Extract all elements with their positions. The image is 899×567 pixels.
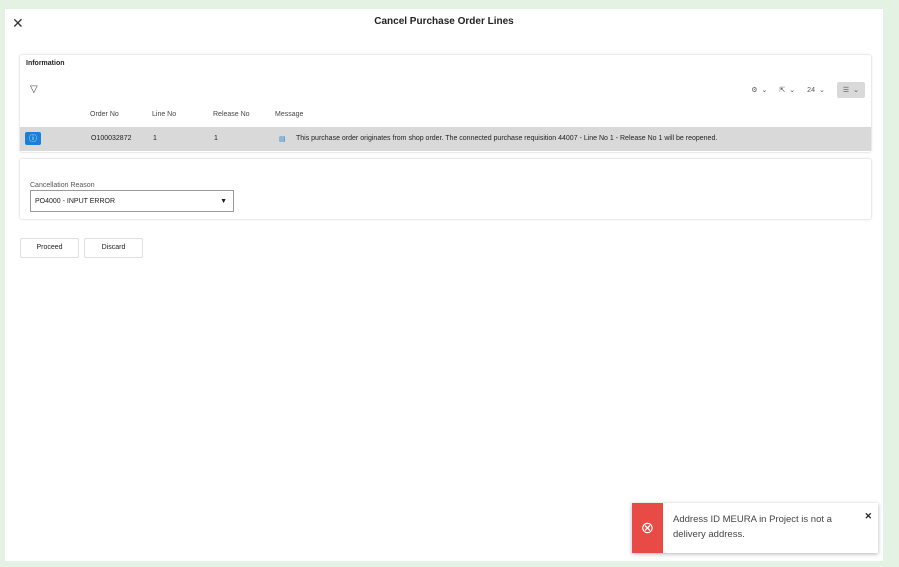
gear-icon: ⚙	[751, 87, 758, 94]
line-no: 1	[153, 135, 157, 142]
close-icon[interactable]: ✕	[864, 511, 872, 522]
column-header[interactable]: Release No	[213, 111, 250, 118]
chevron-down-icon: ⌄	[818, 87, 825, 94]
toolbar: ⚙ ⌄ ⇱ ⌄ 24 ⌄ ☰ ⌄	[751, 82, 865, 98]
section-title: Information	[26, 60, 65, 67]
order-no: O100032872	[91, 135, 132, 142]
dialog: ✕ Cancel Purchase Order Lines Informatio…	[5, 9, 883, 561]
info-icon[interactable]: ⓘ	[25, 132, 41, 145]
export-button[interactable]: ⇱ ⌄	[779, 86, 795, 94]
column-header[interactable]: Line No	[152, 111, 176, 118]
reason-select[interactable]: PO4000 - INPUT ERROR ▼	[30, 190, 234, 212]
view-button[interactable]: ☰ ⌄	[836, 82, 865, 98]
page-size: 24	[807, 86, 815, 94]
error-toast: ⊗ Address ID MEURA in Project is not a d…	[632, 503, 878, 553]
error-icon: ⊗	[632, 503, 664, 553]
list-icon: ☰	[842, 87, 850, 94]
reason-value: PO4000 - INPUT ERROR	[35, 198, 116, 205]
clipboard-icon: ▤	[279, 136, 286, 143]
column-header[interactable]: Message	[275, 111, 303, 118]
dialog-title: Cancel Purchase Order Lines	[374, 16, 514, 27]
message: This purchase order originates from shop…	[296, 135, 718, 142]
chevron-down-icon: ⌄	[761, 87, 768, 94]
export-icon: ⇱	[779, 87, 786, 94]
discard-button[interactable]: Discard	[84, 238, 143, 258]
caret-down-icon: ▼	[220, 198, 227, 205]
information-card: Information ▽ ⚙ ⌄ ⇱ ⌄ 24 ⌄ ☰ ⌄ Order No Line…	[20, 55, 871, 152]
chevron-down-icon: ⌄	[853, 87, 859, 94]
release-no: 1	[214, 135, 218, 142]
page-size-button[interactable]: 24 ⌄	[807, 86, 825, 95]
settings-button[interactable]: ⚙ ⌄	[751, 86, 767, 94]
table-row[interactable]: ⓘ O100032872 1 1 ▤ This purchase order o…	[20, 127, 871, 151]
column-header[interactable]: Order No	[90, 111, 119, 118]
reason-card: Cancellation Reason PO4000 - INPUT ERROR…	[20, 159, 871, 219]
toast-message: Address ID MEURA in Project is not a del…	[673, 514, 832, 540]
chevron-down-icon: ⌄	[789, 87, 796, 94]
proceed-button[interactable]: Proceed	[20, 238, 79, 258]
reason-label: Cancellation Reason	[30, 182, 95, 189]
filter-icon[interactable]: ▽	[30, 84, 38, 95]
